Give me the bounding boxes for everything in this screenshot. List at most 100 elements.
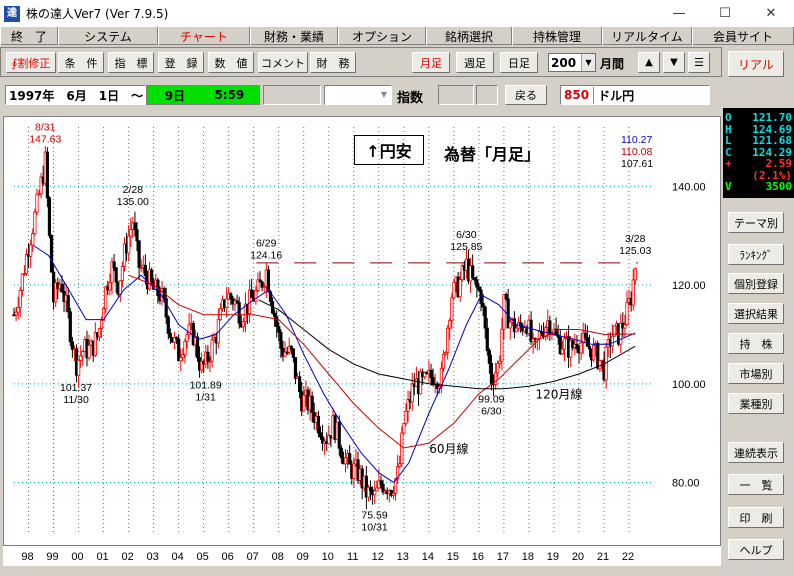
candle-body xyxy=(496,362,500,374)
candle-body xyxy=(379,480,383,485)
candle-body xyxy=(210,339,214,362)
ma-value-label: 110.08 xyxy=(621,146,652,158)
x-tick-label: 13 xyxy=(397,551,409,563)
x-tick-label: 07 xyxy=(247,551,259,563)
theme-button[interactable]: テーマ別 xyxy=(728,212,784,233)
window-title: 株の達人Ver7 (Ver 7.9.5) xyxy=(26,7,169,21)
finance-button[interactable]: 財 務 xyxy=(310,52,356,73)
candle-body xyxy=(229,293,233,300)
individual-register-button[interactable]: 個別登録 xyxy=(728,273,784,294)
ma-name-label: 120月線 xyxy=(535,387,582,402)
candle-body xyxy=(79,355,83,361)
menu-holdings[interactable]: 持株管理 xyxy=(512,27,602,45)
candle-body xyxy=(127,235,131,254)
candle-body xyxy=(225,298,229,308)
candle-body xyxy=(45,151,49,199)
candle-body xyxy=(508,321,512,329)
chevron-down-icon: ▼ xyxy=(581,54,595,71)
menu-exit[interactable]: 終 了 xyxy=(0,27,58,45)
value-button[interactable]: 数 値 xyxy=(208,52,254,73)
candle-body xyxy=(60,283,64,292)
candle-body xyxy=(237,302,241,324)
candle-body xyxy=(206,351,210,363)
candle-body xyxy=(631,279,635,306)
x-tick-label: 01 xyxy=(96,551,108,563)
instrument-code: 850 xyxy=(564,88,590,102)
scroll-down-button[interactable]: ▼ xyxy=(663,52,685,73)
print-button[interactable]: 印 刷 xyxy=(728,507,784,528)
chart-area[interactable]: 140.00 120.00 100.00 80.00 110.27 110.08 107.6… xyxy=(3,116,721,546)
annotation-label: 6/29 xyxy=(256,238,277,250)
holdings-button[interactable]: 持 株 xyxy=(728,333,784,354)
period-count-select[interactable]: 200 ▼ xyxy=(548,53,596,72)
candle-body xyxy=(118,280,122,295)
x-tick-label: 10 xyxy=(322,551,334,563)
price-chart[interactable]: 140.00 120.00 100.00 80.00 110.27110.08107.6… xyxy=(4,117,720,545)
candle-body xyxy=(310,395,314,413)
candle-body xyxy=(375,487,379,492)
real-button[interactable]: リアル xyxy=(728,51,784,77)
candle-body xyxy=(114,267,118,283)
menu-realtime[interactable]: リアルタイム xyxy=(602,27,692,45)
register-button[interactable]: 登 録 xyxy=(158,52,204,73)
candle-body xyxy=(266,269,270,293)
selection-result-button[interactable]: 選択結果 xyxy=(728,303,784,324)
index-select[interactable]: ▼ xyxy=(324,85,392,105)
daily-button[interactable]: 日足 xyxy=(500,52,538,73)
candle-body xyxy=(143,264,147,276)
ohlc-row: L 121.68 xyxy=(725,135,792,147)
menu-bar: 終 了 システム チャート 財務・業績 オプション 銘柄選択 持株管理 リアルタ… xyxy=(0,27,794,45)
y-tick-label: 140.00 xyxy=(672,181,706,193)
candle-body xyxy=(166,316,170,334)
menu-options[interactable]: オプション xyxy=(338,27,426,45)
candle-body xyxy=(24,254,29,274)
monthly-button[interactable]: 月足 xyxy=(412,52,450,73)
indicator-button[interactable]: 指 標 xyxy=(108,52,154,73)
continuous-display-button[interactable]: 連続表示 xyxy=(728,442,784,463)
candle-body xyxy=(49,235,54,273)
help-button[interactable]: ヘルプ xyxy=(728,539,784,560)
annotation-label: 147.63 xyxy=(29,134,61,146)
x-tick-label: 02 xyxy=(121,551,133,563)
candle-body xyxy=(623,324,627,329)
industry-button[interactable]: 業種別 xyxy=(728,393,784,414)
candle-body xyxy=(458,279,462,298)
x-tick-label: 03 xyxy=(146,551,158,563)
candle-body xyxy=(99,319,104,329)
maximize-button[interactable]: ☐ xyxy=(702,0,748,27)
menu-member-site[interactable]: 会員サイト xyxy=(692,27,794,45)
condition-button[interactable]: 条 件 xyxy=(58,52,104,73)
menu-stock-select[interactable]: 銘柄選択 xyxy=(426,27,512,45)
ma-value-label: 110.27 xyxy=(621,134,652,146)
weekly-button[interactable]: 週足 xyxy=(456,52,494,73)
menu-finance[interactable]: 財務・業績 xyxy=(250,27,338,45)
y-tick-label: 120.00 xyxy=(672,280,706,292)
ranking-button[interactable]: ﾗﾝｷﾝｸﾞ xyxy=(728,244,784,265)
x-tick-label: 05 xyxy=(197,551,209,563)
close-button[interactable]: ✕ xyxy=(748,0,794,27)
annotation-label: 99.09 xyxy=(478,393,504,405)
candle-body xyxy=(168,333,172,339)
scroll-up-button[interactable]: ▲ xyxy=(638,52,660,73)
list-button[interactable]: 一 覧 xyxy=(728,474,784,495)
candle-body xyxy=(66,294,70,313)
candle-body xyxy=(585,337,589,347)
menu-system[interactable]: システム xyxy=(58,27,158,45)
market-button[interactable]: 市場別 xyxy=(728,363,784,384)
candle-body xyxy=(560,348,564,354)
menu-chart[interactable]: チャート xyxy=(158,27,250,45)
candle-body xyxy=(279,331,283,349)
split-fix-button[interactable]: ∮割修正 xyxy=(6,52,56,73)
x-tick-label: 21 xyxy=(597,551,609,563)
ohlc-key: L xyxy=(725,134,732,147)
back-button[interactable]: 戻る xyxy=(505,85,547,105)
minimize-button[interactable]: — xyxy=(656,0,702,27)
comment-button[interactable]: コメント xyxy=(258,52,308,73)
candle-body xyxy=(485,327,489,351)
candle-body xyxy=(35,193,39,213)
annotation-label: 125.03 xyxy=(619,245,651,257)
candle-body xyxy=(610,335,614,347)
menu-icon[interactable]: ☰ xyxy=(688,52,710,73)
candle-body xyxy=(250,289,254,298)
ma-value-label: 107.61 xyxy=(621,158,653,170)
